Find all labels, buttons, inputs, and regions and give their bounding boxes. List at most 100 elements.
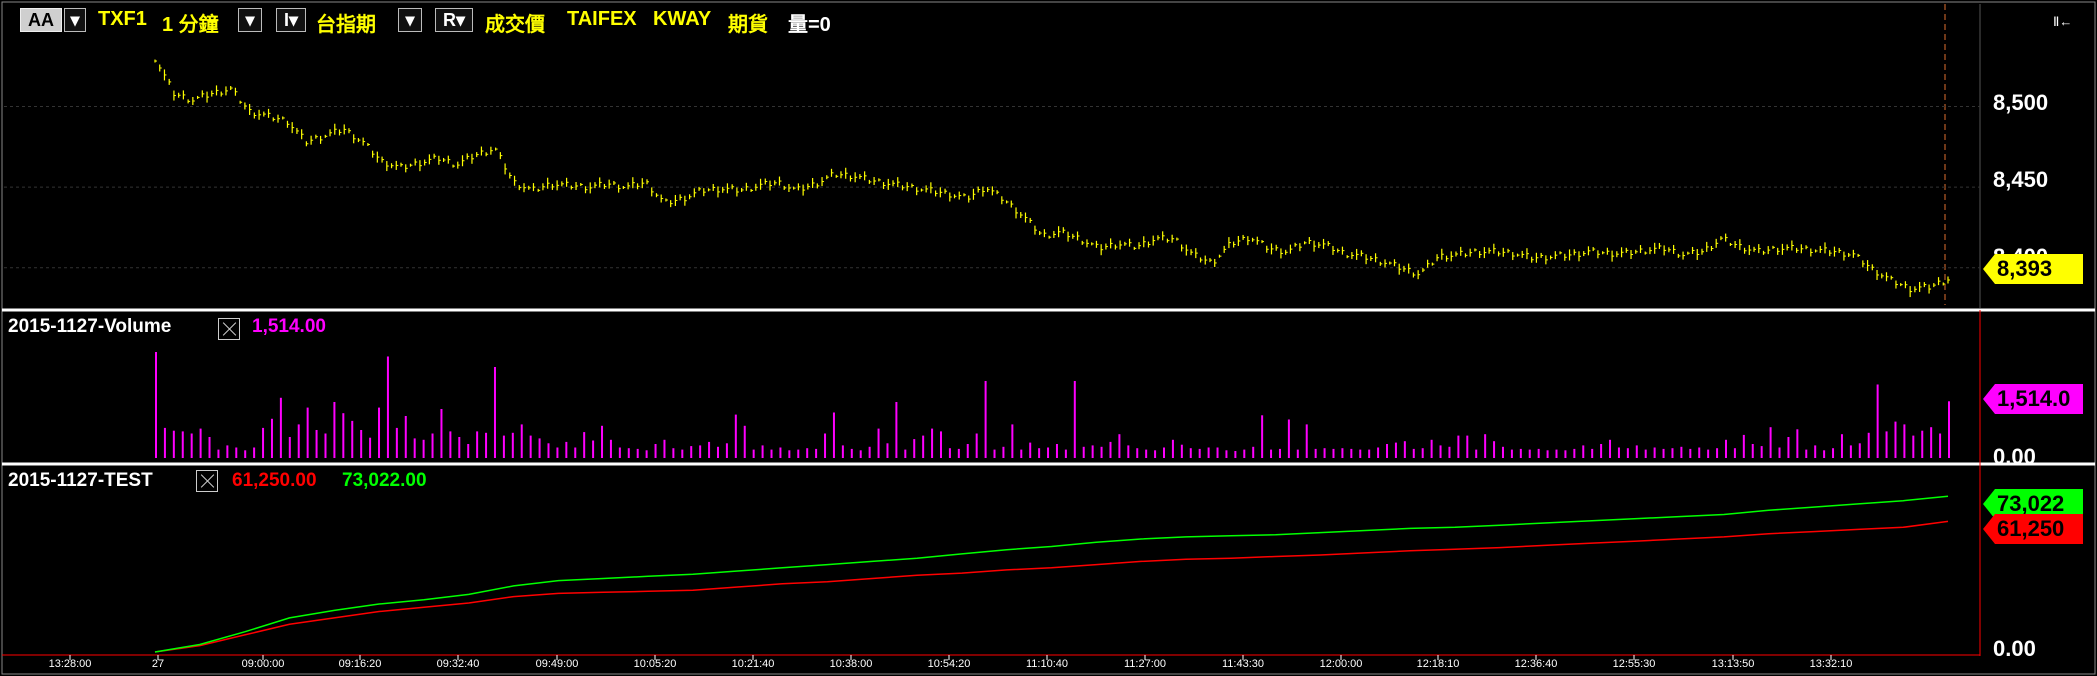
volume-bar bbox=[270, 418, 273, 458]
volume-bar bbox=[1600, 443, 1603, 458]
volume-bar bbox=[913, 439, 916, 458]
aa-dropdown-button[interactable]: ▾ bbox=[64, 8, 86, 32]
time-tick-label: 12:36:40 bbox=[1514, 658, 1558, 670]
volume-close-checkbox[interactable] bbox=[218, 318, 240, 340]
volume-bar bbox=[253, 447, 256, 458]
volume-bar bbox=[672, 448, 675, 458]
volume-bar bbox=[1653, 447, 1656, 458]
aa-button[interactable]: AA bbox=[20, 8, 62, 32]
volume-bar bbox=[975, 433, 978, 458]
chevron-down-icon: ▾ bbox=[405, 10, 415, 30]
volume-bar bbox=[297, 424, 300, 458]
symbol-label: TXF1 bbox=[98, 8, 147, 30]
volume-bar bbox=[226, 445, 229, 458]
volume-bar bbox=[868, 446, 871, 458]
volume-bar bbox=[824, 433, 827, 458]
volume-bar bbox=[181, 431, 184, 458]
time-tick-label: 09:16:20 bbox=[338, 658, 382, 670]
volume-bar bbox=[1305, 424, 1308, 458]
exchange-label: TAIFEX bbox=[567, 8, 637, 30]
volume-bar bbox=[1332, 448, 1335, 458]
volume-tag: 1,514.0 bbox=[1983, 384, 2083, 414]
volume-bar bbox=[1439, 445, 1442, 458]
volume-bar bbox=[886, 443, 889, 458]
volume-bar bbox=[1163, 447, 1166, 458]
volume-bar bbox=[1617, 447, 1620, 458]
volume-bar bbox=[333, 401, 336, 458]
volume-bar bbox=[1073, 380, 1076, 458]
source-label: KWAY bbox=[653, 8, 712, 30]
time-tick-label: 10:05:20 bbox=[633, 658, 677, 670]
time-tick-label: 11:27:00 bbox=[1123, 658, 1167, 670]
volume-bar bbox=[1377, 447, 1380, 458]
time-tick-label: 09:00:00 bbox=[241, 658, 285, 670]
volume-bar bbox=[1252, 446, 1255, 458]
volume-bar bbox=[1278, 448, 1281, 458]
volume-bar bbox=[1769, 427, 1772, 458]
pane-toggle-icon[interactable]: Ⅱ← bbox=[2053, 14, 2072, 30]
volume-bar bbox=[1840, 434, 1843, 458]
volume-bar bbox=[1038, 448, 1041, 458]
volume-bar bbox=[1733, 448, 1736, 458]
volume-bar bbox=[1493, 441, 1496, 458]
volume-bar bbox=[1475, 449, 1478, 458]
volume-bar bbox=[1778, 447, 1781, 458]
volume-bar bbox=[1921, 430, 1924, 458]
volume-bar bbox=[1368, 449, 1371, 458]
volume-bar bbox=[1760, 446, 1763, 458]
time-tick-label: 12:00:00 bbox=[1319, 658, 1363, 670]
volume-bar bbox=[458, 436, 461, 458]
volume-bar bbox=[520, 424, 523, 458]
volume-bar bbox=[279, 397, 282, 458]
volume-bar bbox=[1359, 449, 1362, 458]
volume-bar bbox=[984, 380, 987, 458]
volume-bar bbox=[1430, 439, 1433, 458]
volume-bar bbox=[788, 450, 791, 458]
volume-bar bbox=[618, 447, 621, 458]
volume-bar bbox=[931, 428, 934, 458]
volume-bar bbox=[1698, 447, 1701, 458]
volume-bar bbox=[690, 446, 693, 458]
volume-bar bbox=[1225, 450, 1228, 458]
volume-bar bbox=[1555, 449, 1558, 458]
volume-bar bbox=[351, 420, 354, 458]
volume-bar bbox=[1386, 443, 1389, 458]
r-dropdown-button[interactable]: R▾ bbox=[435, 8, 473, 32]
volume-bar bbox=[957, 448, 960, 458]
interval-label: 1 分鐘 bbox=[162, 14, 219, 36]
volume-bar bbox=[841, 445, 844, 458]
volume-bar bbox=[1814, 445, 1817, 458]
volume-bar bbox=[645, 450, 648, 458]
volume-bar bbox=[556, 447, 559, 458]
volume-bar bbox=[502, 435, 505, 458]
index-dropdown-button[interactable]: ▾ bbox=[398, 8, 422, 32]
volume-bar bbox=[1136, 448, 1139, 458]
interval-dropdown-button[interactable]: ▾ bbox=[238, 8, 262, 32]
volume-bar bbox=[1403, 441, 1406, 458]
volume-bar bbox=[1751, 443, 1754, 458]
volume-bar bbox=[583, 432, 586, 458]
volume-bar bbox=[369, 437, 372, 458]
test-ytick-zero: 0.00 bbox=[1993, 636, 2036, 661]
indicator-dropdown-button[interactable]: I▾ bbox=[276, 8, 306, 32]
volume-pane-title: 2015-1127-Volume bbox=[8, 316, 172, 337]
volume-bar bbox=[1805, 449, 1808, 458]
volume-bar bbox=[1501, 446, 1504, 458]
test-close-checkbox[interactable] bbox=[196, 470, 218, 492]
volume-bar bbox=[636, 448, 639, 458]
volume-bar bbox=[832, 412, 835, 458]
volume-bar bbox=[1020, 449, 1023, 458]
volume-bar bbox=[725, 443, 728, 458]
volume-bar bbox=[1082, 446, 1085, 458]
volume-bar bbox=[1742, 434, 1745, 458]
volume-bar bbox=[1234, 450, 1237, 458]
volume-bar bbox=[815, 448, 818, 458]
volume-bar bbox=[1145, 449, 1148, 458]
volume-bar bbox=[966, 443, 969, 458]
volume-bar bbox=[895, 401, 898, 458]
time-tick-label: 11:10:40 bbox=[1025, 658, 1069, 670]
volume-bar bbox=[565, 441, 568, 458]
volume-bar bbox=[1323, 448, 1326, 458]
volume-bar bbox=[431, 433, 434, 458]
volume-bar bbox=[1948, 401, 1950, 458]
